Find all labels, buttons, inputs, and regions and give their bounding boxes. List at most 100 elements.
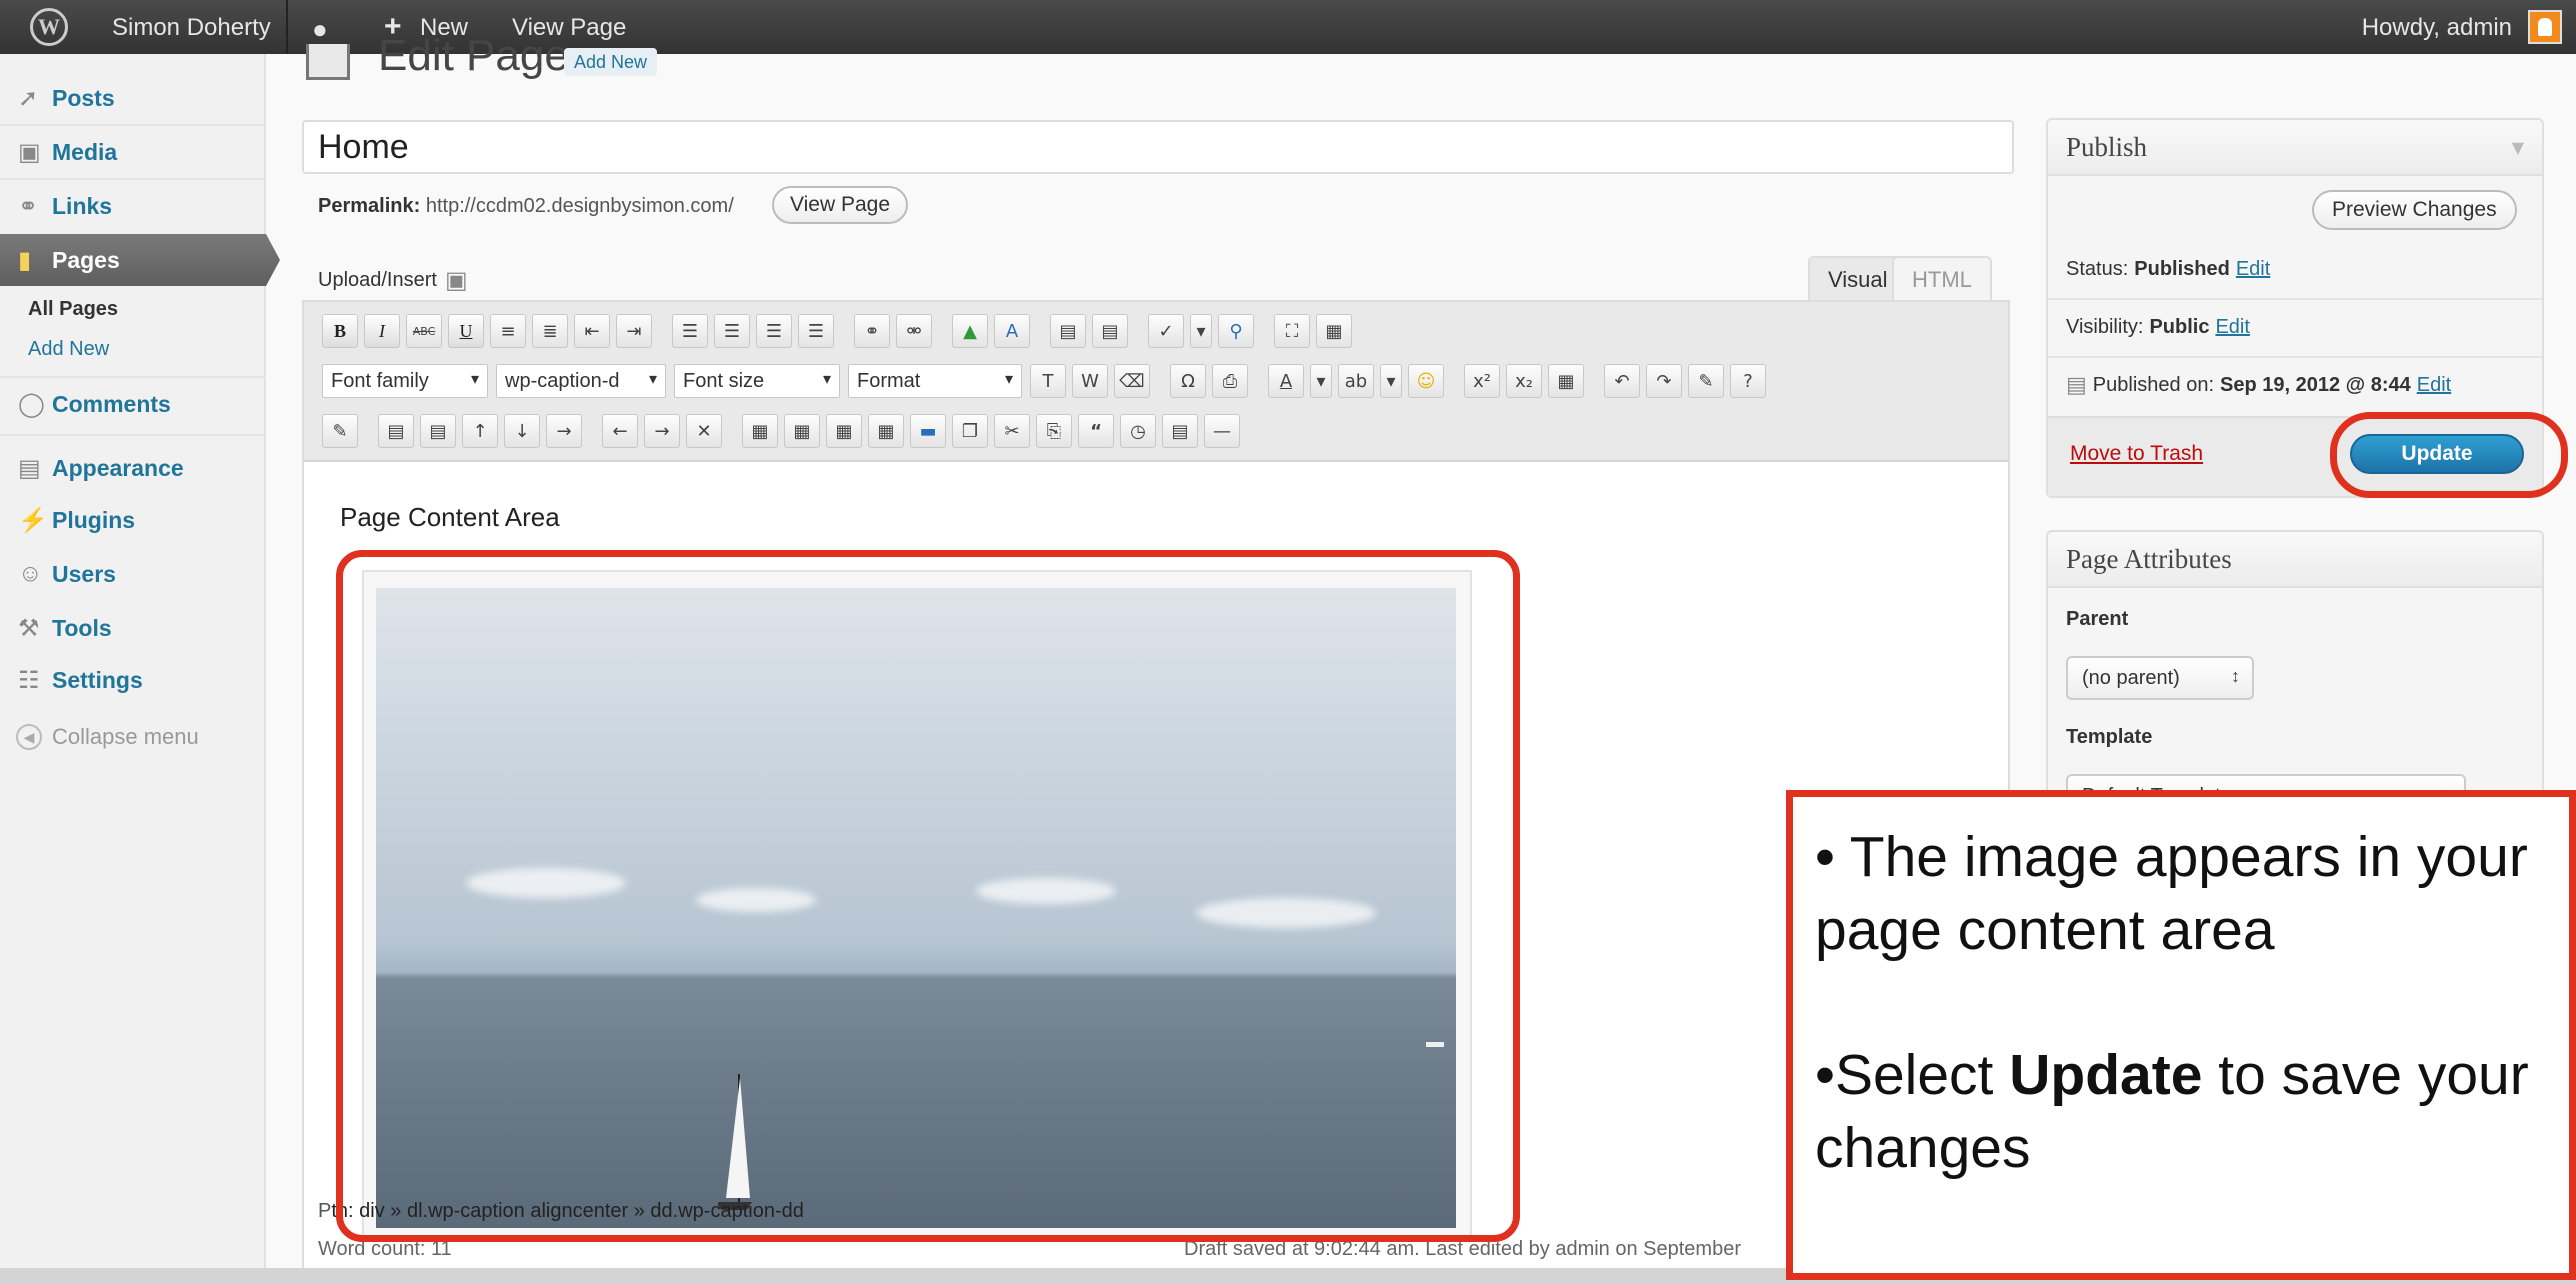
italic-button[interactable]: I (364, 314, 400, 348)
date-icon[interactable]: ▤ (1162, 414, 1198, 448)
highlight-color-icon[interactable]: ab (1338, 364, 1374, 398)
submenu-add-new[interactable]: Add New (28, 338, 109, 361)
outdent-icon[interactable]: ⇤ (574, 314, 610, 348)
page-title-input[interactable] (302, 120, 2014, 174)
move-to-trash-link[interactable]: Move to Trash (2070, 442, 2203, 466)
sidebar-item-comments[interactable]: ◯ Comments (0, 378, 266, 430)
subscript-icon[interactable]: x₂ (1506, 364, 1542, 398)
spellcheck-icon[interactable]: ✓ (1148, 314, 1184, 348)
delete-row-icon[interactable]: → (546, 414, 582, 448)
insert-row-before-icon[interactable]: ↑ (462, 414, 498, 448)
bold-button[interactable]: B (322, 314, 358, 348)
upload-insert[interactable]: Upload/Insert ▣ (318, 266, 468, 295)
indent-icon[interactable]: ⇥ (616, 314, 652, 348)
merge-cells-icon[interactable]: ▦ (784, 414, 820, 448)
table-props-icon[interactable]: ▦ (826, 414, 862, 448)
path-prefix: P (318, 1200, 332, 1222)
sidebar-item-users[interactable]: ☺ Users (0, 548, 266, 600)
fullscreen-icon[interactable]: ⛶ (1274, 314, 1310, 348)
page-attributes-header[interactable]: Page Attributes (2048, 532, 2542, 588)
insert-col-after-icon[interactable]: → (644, 414, 680, 448)
align-right-icon[interactable]: ☰ (798, 314, 834, 348)
text-color-dropdown-icon[interactable]: ▾ (1310, 364, 1332, 398)
styles-icon[interactable]: A (994, 314, 1030, 348)
help-icon[interactable]: ? (1730, 364, 1766, 398)
remove-format-icon[interactable]: ⌫ (1114, 364, 1150, 398)
spellcheck-dropdown-icon[interactable]: ▾ (1190, 314, 1212, 348)
insert-row-after-icon[interactable]: ↓ (504, 414, 540, 448)
underline-button[interactable]: U (448, 314, 484, 348)
tab-html[interactable]: HTML (1892, 256, 1992, 302)
edit-html-icon[interactable]: ✎ (1688, 364, 1724, 398)
sidebar-item-posts[interactable]: ➚ Posts (0, 72, 266, 124)
more-tag-icon[interactable]: ▤ (1050, 314, 1086, 348)
permalink-url[interactable]: http://ccdm02.designbysimon.com/ (426, 195, 734, 217)
sidebar-item-media[interactable]: ▣ Media (0, 126, 266, 178)
insert-table-icon[interactable]: ▦ (868, 414, 904, 448)
sidebar-item-links[interactable]: ⚭ Links (0, 180, 266, 232)
time-icon[interactable]: ◷ (1120, 414, 1156, 448)
avatar[interactable] (2528, 10, 2562, 44)
font-family-select[interactable]: Font family ▾ (322, 364, 488, 398)
emoticon-icon[interactable]: ☺ (1408, 364, 1444, 398)
sidebar-item-settings[interactable]: ☷ Settings (0, 654, 266, 706)
align-justify-icon[interactable]: ☰ (756, 314, 792, 348)
style-select[interactable]: wp-caption-d ▾ (496, 364, 666, 398)
numbered-list-icon[interactable]: ≣ (532, 314, 568, 348)
superscript-icon[interactable]: x² (1464, 364, 1500, 398)
blockquote-icon[interactable]: “ (1078, 414, 1114, 448)
insert-col-before-icon[interactable]: ← (602, 414, 638, 448)
sidebar-item-tools[interactable]: ⚒ Tools (0, 602, 266, 654)
wordpress-logo-icon[interactable]: W (30, 8, 68, 46)
highlight-dropdown-icon[interactable]: ▾ (1380, 364, 1402, 398)
sidebar-item-pages[interactable]: ▮ Pages (0, 234, 280, 286)
font-size-select[interactable]: Font size ▾ (674, 364, 840, 398)
sidebar-item-plugins[interactable]: ⚡ Plugins (0, 494, 266, 546)
strikethrough-button[interactable]: ABC (406, 314, 442, 348)
collapse-menu-button[interactable]: ◀ Collapse menu (16, 724, 199, 750)
cut-icon[interactable]: ✂ (994, 414, 1030, 448)
media-embed-icon[interactable]: ▦ (1548, 364, 1584, 398)
paste-icon[interactable]: ⎘ (1036, 414, 1072, 448)
edit-date-link[interactable]: Edit (2417, 374, 2451, 397)
page-break-icon[interactable]: ▤ (1092, 314, 1128, 348)
split-cells-icon[interactable]: ▦ (742, 414, 778, 448)
kitchen-sink-icon[interactable]: ▦ (1316, 314, 1352, 348)
print-icon[interactable]: ⎙ (1212, 364, 1248, 398)
comments-bubble-icon[interactable]: ● (312, 14, 328, 45)
publish-box-header[interactable]: Publish ▼ (2048, 120, 2542, 176)
table-cell-props-icon[interactable]: ▤ (420, 414, 456, 448)
add-new-page-button[interactable]: Add New (564, 48, 658, 76)
special-character-icon[interactable]: Ω (1170, 364, 1206, 398)
align-left-icon[interactable]: ☰ (672, 314, 708, 348)
bullet-list-icon[interactable]: ≡ (490, 314, 526, 348)
site-name-link[interactable]: Simon Doherty (112, 14, 271, 42)
edit-status-link[interactable]: Edit (2236, 258, 2270, 281)
add-media-icon[interactable]: ▣ (445, 266, 468, 295)
paste-text-icon[interactable]: T (1030, 364, 1066, 398)
link-icon[interactable]: ⚭ (854, 314, 890, 348)
view-page-button[interactable]: View Page (772, 186, 909, 224)
text-color-icon[interactable]: A (1268, 364, 1304, 398)
format-select[interactable]: Format ▾ (848, 364, 1022, 398)
table-row-props-icon[interactable]: ▤ (378, 414, 414, 448)
horizontal-line-icon[interactable]: — (1204, 414, 1240, 448)
sidebar-item-appearance[interactable]: ▤ Appearance (0, 442, 266, 494)
preview-changes-button[interactable]: Preview Changes (2312, 190, 2517, 230)
unlink-icon[interactable]: ⚮ (896, 314, 932, 348)
find-icon[interactable]: ⚲ (1218, 314, 1254, 348)
align-center-icon[interactable]: ☰ (714, 314, 750, 348)
copy-icon[interactable]: ❐ (952, 414, 988, 448)
paste-word-icon[interactable]: W (1072, 364, 1108, 398)
edit-image-icon[interactable]: ✎ (322, 414, 358, 448)
parent-select[interactable]: (no parent) ↕ (2066, 656, 2254, 700)
insert-image-icon[interactable]: ▲ (952, 314, 988, 348)
submenu-all-pages[interactable]: All Pages (28, 298, 118, 321)
chevron-down-icon[interactable]: ▼ (2512, 138, 2524, 157)
horizontal-rule-blue-icon[interactable]: ▬ (910, 414, 946, 448)
edit-visibility-link[interactable]: Edit (2215, 316, 2249, 339)
howdy-user-link[interactable]: Howdy, admin (2362, 14, 2512, 42)
redo-icon[interactable]: ↷ (1646, 364, 1682, 398)
undo-icon[interactable]: ↶ (1604, 364, 1640, 398)
delete-col-icon[interactable]: ✕ (686, 414, 722, 448)
